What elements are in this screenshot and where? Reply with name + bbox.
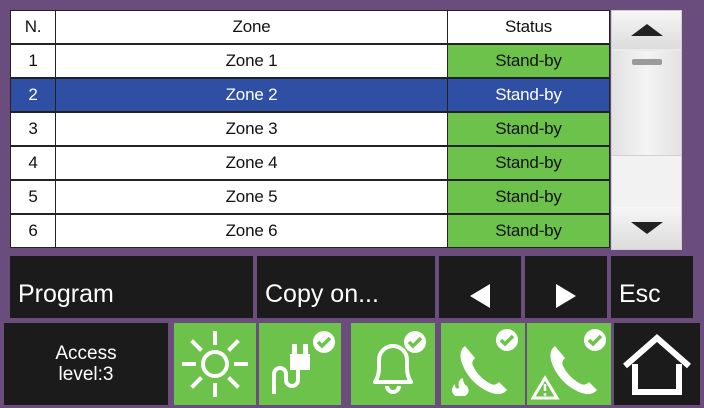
access-level: Access level:3 xyxy=(4,323,168,405)
table-row[interactable]: 5 Zone 5 Stand-by xyxy=(10,180,610,214)
row-zone: Zone 3 xyxy=(56,112,448,146)
row-zone: Zone 6 xyxy=(56,214,448,248)
mains-power-status[interactable] xyxy=(259,323,341,405)
day-mode-button[interactable] xyxy=(174,323,256,405)
phone-warning-check-icon xyxy=(531,329,606,400)
access-level-value: level:3 xyxy=(58,364,114,385)
row-number: 6 xyxy=(10,214,56,248)
scroll-thumb[interactable] xyxy=(612,51,681,155)
table-row[interactable]: 4 Zone 4 Stand-by xyxy=(10,146,610,180)
bell-check-icon xyxy=(373,331,426,394)
table-row[interactable]: 1 Zone 1 Stand-by xyxy=(10,44,610,78)
row-number: 5 xyxy=(10,180,56,214)
access-label: Access xyxy=(55,343,117,364)
row-number: 4 xyxy=(10,146,56,180)
table-row[interactable]: 6 Zone 6 Stand-by xyxy=(10,214,610,248)
row-status: Stand-by xyxy=(448,180,610,214)
header-number: N. xyxy=(10,10,56,44)
row-status: Stand-by xyxy=(448,112,610,146)
row-zone: Zone 4 xyxy=(56,146,448,180)
scroll-track[interactable] xyxy=(612,155,681,209)
previous-button[interactable] xyxy=(439,256,521,318)
row-status: Stand-by xyxy=(448,44,610,78)
row-zone: Zone 5 xyxy=(56,180,448,214)
header-status: Status xyxy=(448,10,610,44)
right-triangle-icon xyxy=(556,284,576,308)
power-plug-check-icon xyxy=(272,331,335,394)
row-zone: Zone 2 xyxy=(56,78,448,112)
home-button[interactable] xyxy=(614,323,700,405)
row-zone: Zone 1 xyxy=(56,44,448,78)
grip-icon xyxy=(631,59,662,65)
scroll-down-button[interactable] xyxy=(612,207,681,249)
alarm-bell-status[interactable] xyxy=(351,323,435,405)
scroll-up-button[interactable] xyxy=(612,11,681,49)
fire-call-status[interactable] xyxy=(441,323,525,405)
table-row[interactable]: 2 Zone 2 Stand-by xyxy=(10,78,610,112)
row-status: Stand-by xyxy=(448,78,610,112)
copy-on-button[interactable]: Copy on... xyxy=(257,256,435,318)
row-status: Stand-by xyxy=(448,214,610,248)
panel: N. Zone Status 1 Zone 1 Stand-by 2 Zone … xyxy=(0,0,704,408)
table-scrollbar[interactable] xyxy=(611,10,682,250)
esc-button[interactable]: Esc xyxy=(611,256,693,318)
row-number: 2 xyxy=(10,78,56,112)
program-button[interactable]: Program xyxy=(10,256,253,318)
triangle-down-icon xyxy=(630,222,663,234)
row-status: Stand-by xyxy=(448,146,610,180)
sun-icon xyxy=(182,331,248,397)
row-number: 3 xyxy=(10,112,56,146)
header-zone: Zone xyxy=(56,10,448,44)
table-header: N. Zone Status xyxy=(10,10,610,44)
fault-call-status[interactable] xyxy=(527,323,611,405)
row-number: 1 xyxy=(10,44,56,78)
triangle-up-icon xyxy=(630,24,663,36)
home-icon xyxy=(623,334,691,395)
phone-fire-check-icon xyxy=(452,329,518,396)
next-button[interactable] xyxy=(525,256,607,318)
table-row[interactable]: 3 Zone 3 Stand-by xyxy=(10,112,610,146)
left-triangle-icon xyxy=(470,284,490,308)
